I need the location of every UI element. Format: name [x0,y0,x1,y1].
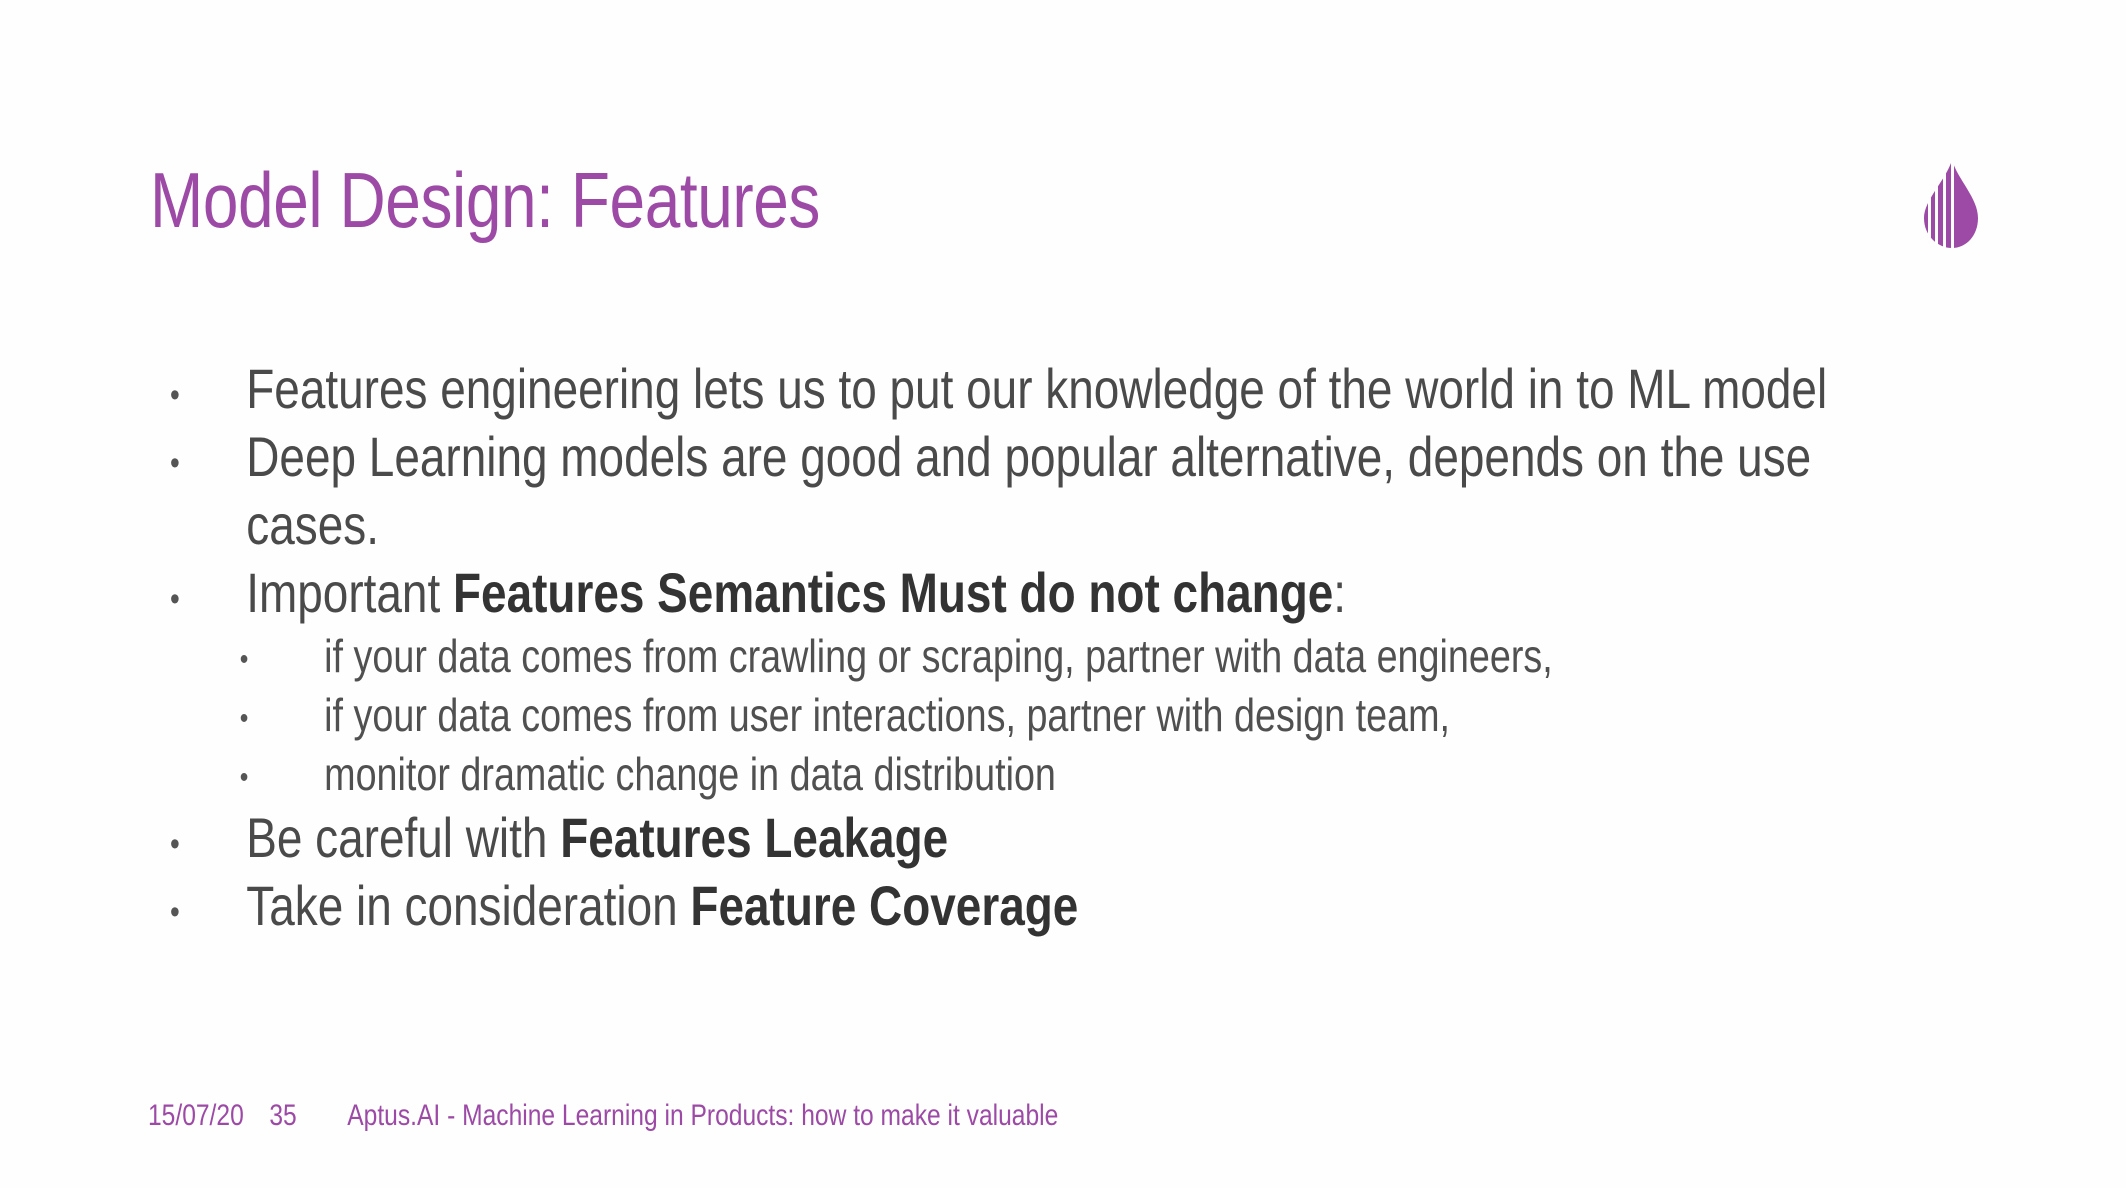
bullet-list: • Features engineering lets us to put ou… [170,355,1827,940]
footer-date: 15/07/20 [148,1099,244,1132]
bullet-item: • Deep Learning models are good and popu… [170,423,1812,559]
bullet-text: Features engineering lets us to put our … [246,357,1828,420]
bullet-emphasis: Features Leakage [560,806,949,869]
bullet-item: • Important Features Semantics Must do n… [170,559,1646,627]
bullet-emphasis: Feature Coverage [690,874,1079,937]
bullet-dot: • [239,761,249,794]
sub-bullet-item: • if your data comes from user interacti… [170,686,1646,745]
bullet-prefix: Be careful with [246,806,561,869]
sub-bullet-text: if your data comes from user interaction… [324,689,1450,741]
footer-text: Aptus.AI - Machine Learning in Products:… [347,1099,1059,1132]
sub-bullet-item: • monitor dramatic change in data distri… [170,745,1646,804]
slide: Model Design: Features • Features engine… [0,0,2126,1188]
drop-logo-icon [1924,160,1978,248]
bullet-text-line: cases. [246,493,379,556]
bullet-text-line: Deep Learning models are good and popula… [246,425,1812,488]
bullet-item: • Take in consideration Feature Coverage [170,872,1646,940]
bullet-prefix: Important [246,561,453,624]
sub-bullet-text: monitor dramatic change in data distribu… [324,748,1056,800]
bullet-dot: • [170,444,180,482]
sub-bullet-item: • if your data comes from crawling or sc… [170,627,1646,686]
bullet-emphasis: Features Semantics Must do not change [452,561,1334,624]
bullet-prefix: Take in consideration [246,874,691,937]
bullet-dot: • [239,643,249,676]
bullet-suffix: : [1333,561,1347,624]
footer-page-number: 35 [269,1099,297,1132]
bullet-item: • Features engineering lets us to put ou… [170,355,1827,423]
bullet-dot: • [170,893,180,931]
bullet-dot: • [239,702,249,735]
sub-bullet-text: if your data comes from crawling or scra… [324,630,1553,682]
bullet-item: • Be careful with Features Leakage [170,804,1646,872]
slide-title: Model Design: Features [150,156,821,244]
